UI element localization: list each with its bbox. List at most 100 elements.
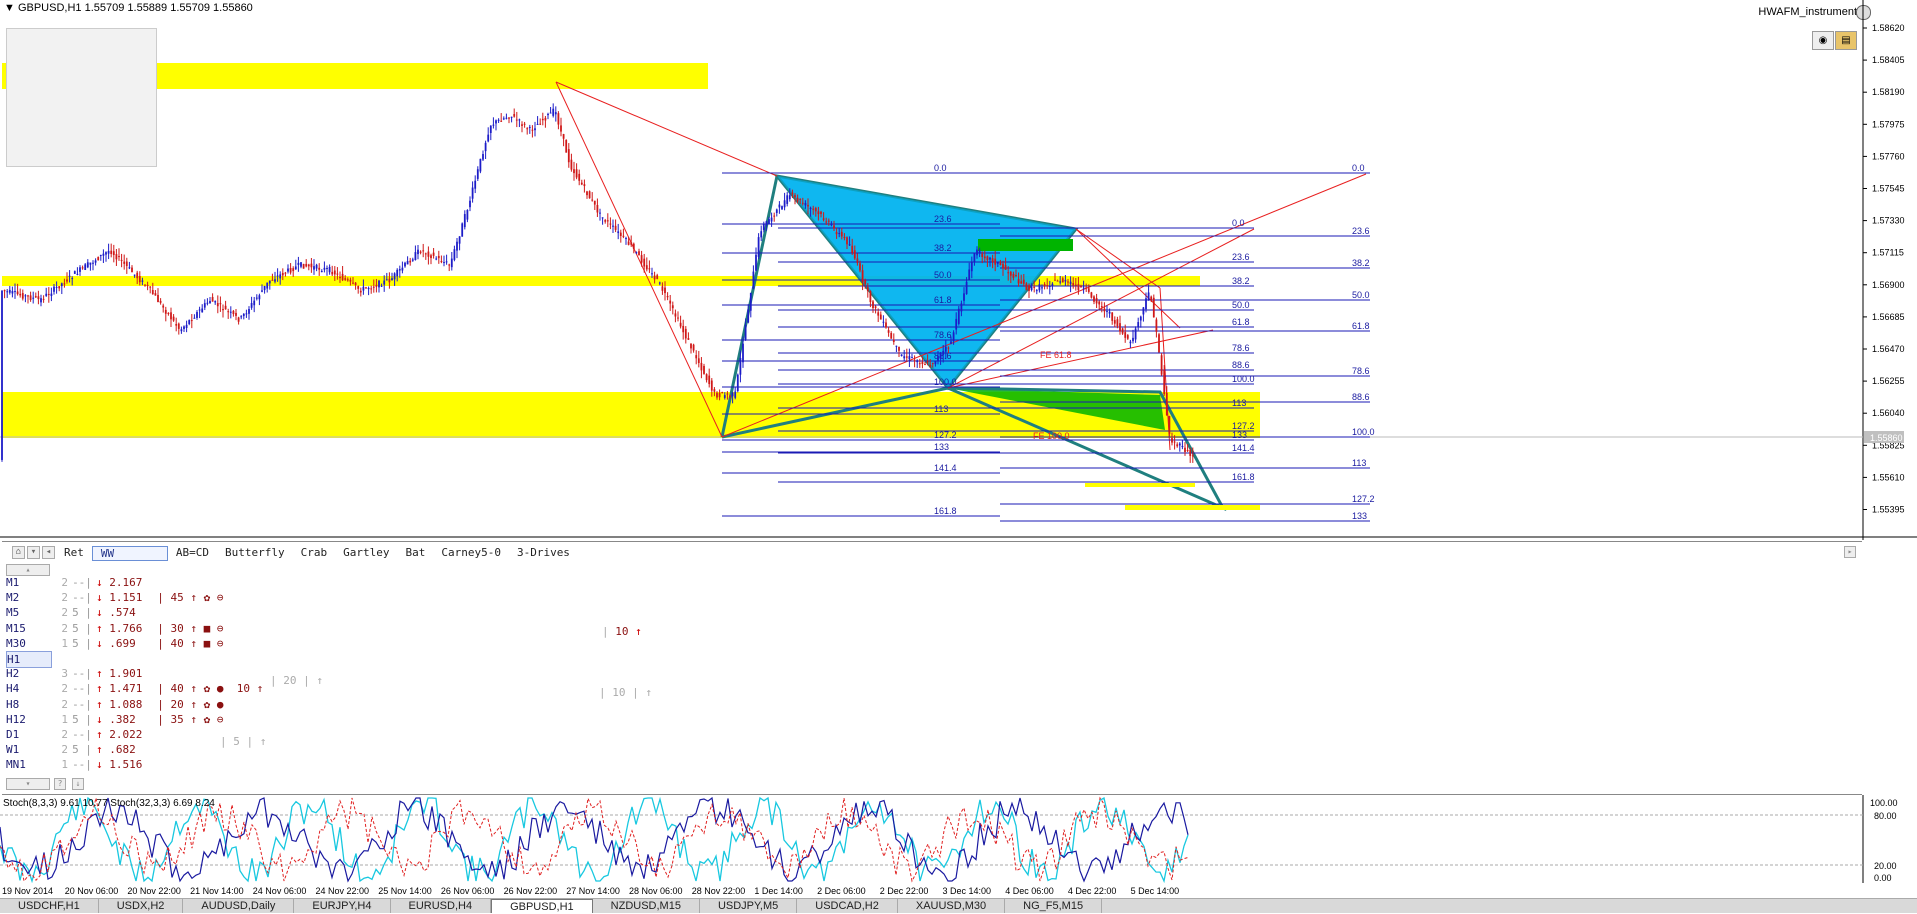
left-icon[interactable]: ◂ bbox=[42, 546, 55, 559]
timeframe-row[interactable]: W1 2 5 | ↑ .682 bbox=[6, 742, 217, 757]
candle-body bbox=[110, 250, 113, 255]
candle-body bbox=[892, 339, 895, 343]
candle-body bbox=[6, 291, 9, 293]
chart-tab[interactable]: EURJPY,H4 bbox=[294, 899, 391, 913]
candle-body bbox=[1012, 274, 1015, 278]
down-icon[interactable]: ▾ bbox=[27, 546, 40, 559]
candle-body bbox=[318, 267, 321, 270]
timeframe-row[interactable]: H4 2 --| ↑ 1.471 | 40 ↑ ✿ ● 10 ↑ bbox=[6, 681, 263, 696]
candle-body bbox=[372, 286, 375, 288]
candle-body bbox=[1074, 284, 1077, 286]
direction-icon: ↑ bbox=[96, 682, 103, 696]
candle-body bbox=[497, 119, 500, 121]
tab-abcd[interactable]: AB=CD bbox=[168, 546, 217, 561]
candle-body bbox=[375, 284, 378, 287]
candle-body bbox=[523, 123, 526, 125]
y-tick-label: 1.57330 bbox=[1872, 216, 1905, 226]
timeframe-row[interactable]: H2 3 --| ↑ 1.901 bbox=[6, 666, 217, 681]
candle-body bbox=[479, 158, 482, 172]
timeframe-row[interactable]: M2 2 --| ↓ 1.151 | 45 ↑ ✿ ⊖ bbox=[6, 590, 223, 605]
expand-icon[interactable]: ▾ bbox=[6, 778, 50, 790]
direction-icon: ↑ bbox=[96, 743, 103, 757]
candle-body bbox=[427, 251, 430, 257]
stochastic-panel[interactable]: 100.00 80.00 20.00 0.00 bbox=[0, 795, 1917, 883]
help-icon[interactable]: ? bbox=[54, 778, 66, 790]
tab-bat[interactable]: Bat bbox=[397, 546, 433, 561]
candle-body bbox=[162, 305, 165, 308]
green-box bbox=[978, 239, 1073, 251]
tab-crab[interactable]: Crab bbox=[293, 546, 336, 561]
candle-body bbox=[333, 270, 336, 275]
candle-body bbox=[1132, 337, 1134, 342]
candle-body bbox=[786, 195, 789, 204]
timeframe-row[interactable]: H8 2 --| ↑ 1.088 | 20 ↑ ✿ ● bbox=[6, 697, 223, 712]
chart-tab[interactable]: USDCHF,H1 bbox=[0, 899, 99, 913]
chart-tab[interactable]: USDCAD,H2 bbox=[797, 899, 898, 913]
candle-body bbox=[120, 259, 123, 261]
tab-carney[interactable]: Carney5-0 bbox=[433, 546, 509, 561]
candle-body bbox=[898, 346, 900, 351]
tab-ww[interactable]: WW bbox=[91, 546, 168, 561]
tab-gartley[interactable]: Gartley bbox=[335, 546, 397, 561]
candle-body bbox=[796, 197, 799, 202]
home-icon[interactable]: ⌂ bbox=[12, 546, 25, 559]
timeframe-row[interactable]: MN1 1 --| ↓ 1.516 bbox=[6, 757, 217, 772]
candle-body bbox=[804, 203, 807, 206]
chart-tab[interactable]: USDX,H2 bbox=[99, 899, 184, 913]
candle-body bbox=[1087, 288, 1090, 292]
timeframe-row[interactable]: M1 2 --| ↓ 2.167 bbox=[6, 575, 217, 590]
tab-3drives[interactable]: 3-Drives bbox=[509, 546, 578, 561]
candle-body bbox=[833, 225, 835, 229]
timeframe-label: D1 bbox=[6, 728, 20, 741]
tab-ret[interactable]: Ret bbox=[56, 546, 92, 561]
candle-body bbox=[1090, 292, 1093, 298]
x-tick-label: 28 Nov 06:00 bbox=[629, 886, 683, 896]
ratio-value: .382 bbox=[109, 712, 136, 726]
chart-tab[interactable]: AUDUSD,Daily bbox=[183, 899, 295, 913]
chart-tab[interactable]: NZDUSD,M15 bbox=[593, 899, 700, 913]
fib-label: 0.0 bbox=[1232, 218, 1245, 228]
timeframe-row[interactable]: H12 1 5 | ↓ .382 | 35 ↑ ✿ ⊖ bbox=[6, 712, 223, 727]
candle-body bbox=[1015, 275, 1017, 277]
candle-body bbox=[664, 287, 666, 294]
candle-body bbox=[180, 329, 183, 332]
timeframe-row[interactable]: D1 2 --| ↑ 2.022 bbox=[6, 727, 217, 742]
timeframe-label: M5 bbox=[6, 606, 20, 620]
price-chart[interactable]: 1.58620 1.58405 1.58190 1.57975 1.57760 1.575… bbox=[0, 0, 1917, 540]
candle-body bbox=[331, 271, 334, 275]
candle-body bbox=[643, 258, 646, 267]
candle-body bbox=[305, 263, 308, 267]
chart-tab[interactable]: EURUSD,H4 bbox=[391, 899, 492, 913]
chart-tab[interactable]: NG_F5,M15 bbox=[1005, 899, 1103, 913]
panel-scroll-icon[interactable]: ▸ bbox=[1844, 546, 1856, 558]
tab-butterfly[interactable]: Butterfly bbox=[217, 546, 293, 561]
candle-body bbox=[703, 365, 705, 374]
candle-body bbox=[310, 263, 313, 268]
timeframe-row[interactable]: M30 1 5 | ↓ .699 | 40 ↑ ■ ⊖ bbox=[6, 636, 223, 651]
candle-body bbox=[1046, 285, 1049, 287]
x-tick-label: 19 Nov 2014 bbox=[2, 886, 53, 896]
count: 2 bbox=[61, 591, 68, 605]
fib-label: 133 bbox=[1232, 430, 1247, 440]
timeframe-row[interactable]: M15 2 5 | ↑ 1.766 | 30 ↑ ■ ⊖ bbox=[6, 621, 223, 636]
candle-body bbox=[1116, 319, 1119, 327]
chart-tab[interactable]: XAUUSD,M30 bbox=[898, 899, 1006, 913]
candle-body bbox=[227, 311, 230, 313]
candle-body bbox=[487, 134, 490, 142]
candle-body bbox=[926, 361, 929, 363]
chart-tab[interactable]: USDJPY,M5 bbox=[700, 899, 798, 913]
candle-body bbox=[1025, 283, 1028, 290]
candle-body bbox=[1030, 287, 1033, 291]
candle-body bbox=[991, 258, 994, 262]
candle-body bbox=[617, 231, 620, 234]
candle-body bbox=[1139, 316, 1142, 321]
sort-icon[interactable]: ↓ bbox=[72, 778, 84, 790]
candle-body bbox=[825, 221, 828, 223]
candle-body bbox=[1176, 444, 1179, 447]
x-tick-label: 4 Dec 22:00 bbox=[1068, 886, 1117, 896]
candle-body bbox=[1160, 355, 1163, 375]
timeframe-row[interactable]: M5 2 5 | ↓ .574 bbox=[6, 605, 217, 620]
candle-body bbox=[414, 252, 417, 261]
chart-tab[interactable]: GBPUSD,H1 bbox=[491, 899, 593, 913]
home-controls[interactable]: ⌂ ▾ ◂ bbox=[12, 546, 56, 561]
